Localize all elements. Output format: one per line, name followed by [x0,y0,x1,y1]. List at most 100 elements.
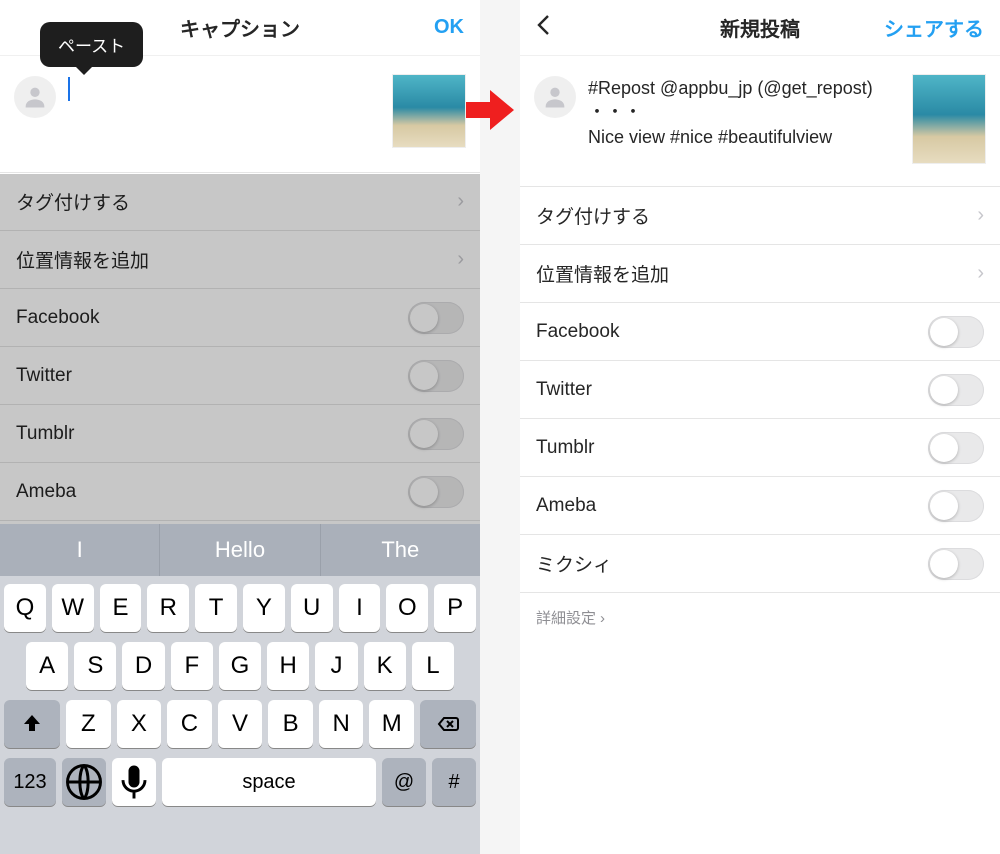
key-w[interactable]: W [52,584,94,632]
row-label: Tumblr [16,423,74,445]
kb-row-1: Q W E R T Y U I O P [4,584,476,632]
key-a[interactable]: A [26,642,68,690]
key-z[interactable]: Z [66,700,111,748]
numeric-key[interactable]: 123 [4,758,56,806]
tag-people-row[interactable]: タグ付けする › [520,187,1000,245]
toggle[interactable] [408,418,464,450]
chevron-right-icon: › [977,204,984,227]
key-i[interactable]: I [339,584,381,632]
key-j[interactable]: J [315,642,357,690]
share-row-ameba[interactable]: Ameba [0,463,480,521]
key-s[interactable]: S [74,642,116,690]
globe-key[interactable] [62,758,106,806]
share-row-mixi[interactable]: ミクシィ [520,535,1000,593]
key-g[interactable]: G [219,642,261,690]
toggle[interactable] [928,432,984,464]
back-button[interactable] [536,14,552,42]
right-screenshot: 新規投稿 シェアする #Repost @appbu_jp (@get_repos… [520,0,1000,854]
backspace-key[interactable] [420,700,476,748]
suggestion[interactable]: The [321,524,480,576]
toggle[interactable] [408,476,464,508]
post-thumbnail[interactable] [392,74,466,148]
add-location-row[interactable]: 位置情報を追加 › [0,231,480,289]
key-o[interactable]: O [386,584,428,632]
key-u[interactable]: U [291,584,333,632]
chevron-right-icon: › [977,262,984,285]
paste-popup[interactable]: ペースト [40,22,143,67]
key-k[interactable]: K [364,642,406,690]
share-row-tumblr[interactable]: Tumblr [0,405,480,463]
kb-row-3: Z X C V B N M [4,700,476,748]
kb-row-bottom: 123 space @ # [4,758,476,806]
shift-key[interactable] [4,700,60,748]
options-list: タグ付けする › 位置情報を追加 › Facebook Twitter Tumb… [0,172,480,521]
key-f[interactable]: F [171,642,213,690]
key-n[interactable]: N [319,700,364,748]
ok-button[interactable]: OK [434,16,464,39]
toggle[interactable] [408,360,464,392]
share-row-tumblr[interactable]: Tumblr [520,419,1000,477]
row-label: Tumblr [536,437,594,459]
row-label: 位置情報を追加 [536,260,669,287]
kb-row-2: A S D F G H J K L [4,642,476,690]
hash-key[interactable]: # [432,758,476,806]
key-b[interactable]: B [268,700,313,748]
share-button[interactable]: シェアする [884,13,984,42]
suggestion[interactable]: I [0,524,160,576]
row-label: Twitter [16,365,72,387]
key-d[interactable]: D [122,642,164,690]
transition-arrow-icon [466,88,514,132]
chevron-right-icon: › [457,248,464,271]
add-location-row[interactable]: 位置情報を追加 › [520,245,1000,303]
row-label: ミクシィ [536,550,612,577]
key-l[interactable]: L [412,642,454,690]
avatar [534,76,576,118]
row-label: Ameba [16,481,76,503]
key-h[interactable]: H [267,642,309,690]
caption-input[interactable] [68,74,382,101]
header-title: キャプション [180,13,300,42]
share-row-twitter[interactable]: Twitter [520,361,1000,419]
key-r[interactable]: R [147,584,189,632]
share-row-facebook[interactable]: Facebook [0,289,480,347]
suggestion[interactable]: Hello [160,524,320,576]
key-m[interactable]: M [369,700,414,748]
toggle[interactable] [928,490,984,522]
caption-area[interactable] [0,56,480,172]
ios-keyboard[interactable]: I Hello The Q W E R T Y U I O P A [0,524,480,854]
suggestion-bar: I Hello The [0,524,480,576]
share-row-twitter[interactable]: Twitter [0,347,480,405]
mic-key[interactable] [112,758,156,806]
paste-popup-label: ペースト [58,37,125,56]
chevron-right-icon: › [457,190,464,213]
post-thumbnail[interactable] [912,74,986,164]
key-p[interactable]: P [434,584,476,632]
key-v[interactable]: V [218,700,263,748]
key-y[interactable]: Y [243,584,285,632]
share-row-facebook[interactable]: Facebook [520,303,1000,361]
at-key[interactable]: @ [382,758,426,806]
advanced-settings-link[interactable]: 詳細設定› [520,593,1000,642]
row-label: Facebook [16,307,99,329]
row-label: タグ付けする [536,202,650,229]
globe-icon [62,760,106,804]
caption-text[interactable]: #Repost @appbu_jp (@get_repost) ・・・ Nice… [588,74,902,149]
toggle[interactable] [928,316,984,348]
caption-area[interactable]: #Repost @appbu_jp (@get_repost) ・・・ Nice… [520,56,1000,186]
left-screenshot: キャプション OK ペースト タグ付けする › 位置情報を追加 › [0,0,480,854]
key-t[interactable]: T [195,584,237,632]
toggle[interactable] [408,302,464,334]
key-c[interactable]: C [167,700,212,748]
key-e[interactable]: E [100,584,142,632]
toggle[interactable] [928,548,984,580]
chevron-left-icon [536,14,552,36]
backspace-icon [436,712,460,736]
share-row-ameba[interactable]: Ameba [520,477,1000,535]
space-key[interactable]: space [162,758,376,806]
options-list: タグ付けする › 位置情報を追加 › Facebook Twitter Tumb… [520,186,1000,593]
header-title: 新規投稿 [720,13,800,42]
toggle[interactable] [928,374,984,406]
tag-people-row[interactable]: タグ付けする › [0,173,480,231]
key-q[interactable]: Q [4,584,46,632]
key-x[interactable]: X [117,700,162,748]
